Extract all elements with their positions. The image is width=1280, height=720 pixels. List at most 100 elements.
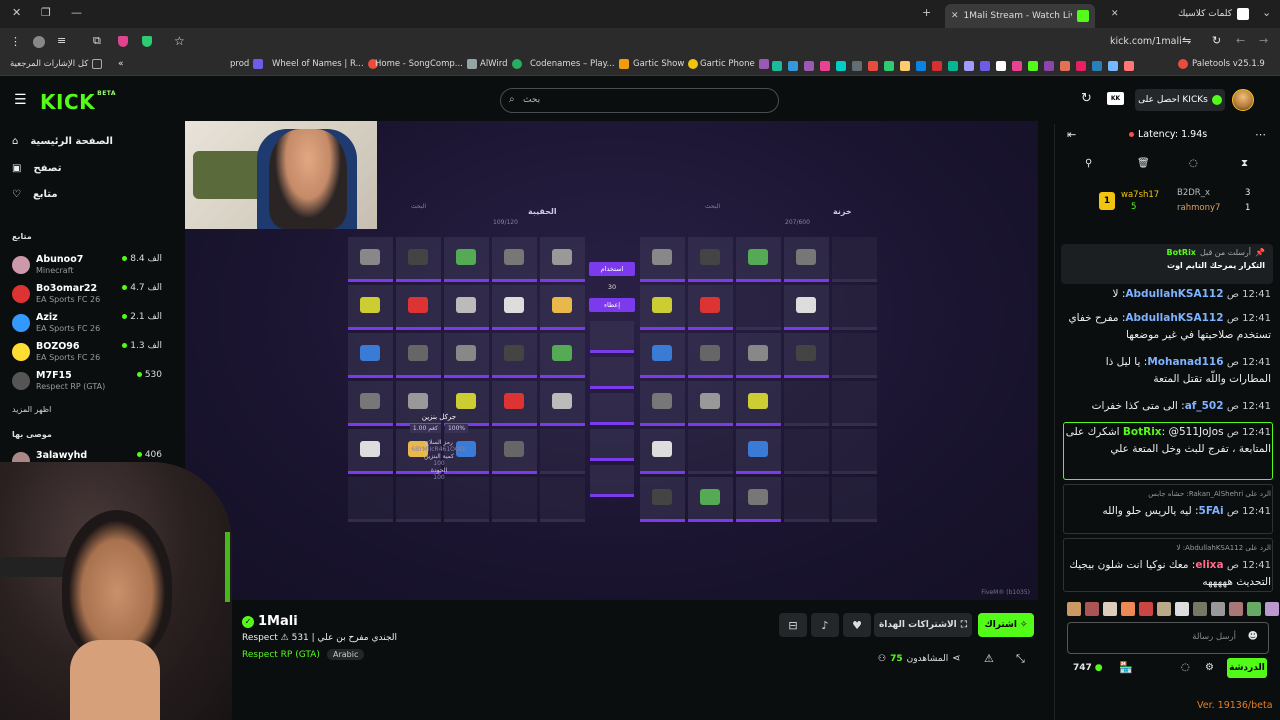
inventory-slot[interactable] xyxy=(640,285,685,330)
bookmark-icon[interactable] xyxy=(868,61,878,71)
inventory-slot[interactable] xyxy=(832,429,877,474)
subscribe-button[interactable]: اشتراك ✧ xyxy=(978,613,1034,637)
inventory-slot[interactable] xyxy=(688,381,733,426)
clip-button[interactable]: ⊟ xyxy=(779,613,807,637)
message-user[interactable]: Mohanad116 xyxy=(1147,356,1223,368)
bookmark-icon[interactable] xyxy=(996,61,1006,71)
bookmark-icon[interactable] xyxy=(1044,61,1054,71)
video-player[interactable]: الحقيبة 109/120 البحث خزنة 207/600 البحث… xyxy=(185,121,1038,600)
bookmark-icon[interactable] xyxy=(820,61,830,71)
inventory-slot[interactable] xyxy=(348,285,393,330)
channel-item[interactable]: Abunoo7 Minecraft 8.4 الف xyxy=(12,254,162,282)
settings-icon[interactable]: ⚙ xyxy=(1205,662,1214,673)
bookmark-alwird[interactable]: AlWird xyxy=(480,59,522,69)
quantity-input[interactable]: 30 xyxy=(589,280,635,294)
bookmark-icon[interactable] xyxy=(1076,61,1086,71)
hotbar-slot[interactable] xyxy=(590,465,634,497)
theater-mode-icon[interactable]: ⤡ xyxy=(1016,652,1025,666)
inventory-slot[interactable] xyxy=(784,285,829,330)
language-tag[interactable]: Arabic xyxy=(327,649,365,660)
emote-icon[interactable] xyxy=(1211,602,1225,616)
chat-message[interactable]: 12:41 ص af_502: الى متى كذا خفرات xyxy=(1065,398,1271,415)
inventory-slot[interactable] xyxy=(348,429,393,474)
inventory-slot[interactable] xyxy=(348,381,393,426)
hotbar-slot[interactable] xyxy=(590,321,634,353)
channel-item[interactable]: Bo3omar22 EA Sports FC 26 4.7 الف xyxy=(12,283,162,311)
inventory-slot[interactable] xyxy=(784,237,829,282)
bookmark-icon[interactable] xyxy=(1012,61,1022,71)
close-tab-icon[interactable]: ✕ xyxy=(951,11,959,21)
reload-icon[interactable]: ↻ xyxy=(1212,34,1221,47)
bookmark-icon[interactable] xyxy=(932,61,942,71)
restore-window-icon[interactable]: ❐ xyxy=(41,6,51,19)
inventory-slot[interactable] xyxy=(640,429,685,474)
follow-button[interactable]: ♥ xyxy=(843,613,871,637)
channel-item[interactable]: M7F15 Respect RP (GTA) 530 xyxy=(12,370,162,398)
avatar[interactable] xyxy=(1232,89,1254,111)
inventory-slot[interactable] xyxy=(540,333,585,378)
inventory-slot[interactable] xyxy=(444,333,489,378)
inventory-slot[interactable] xyxy=(492,381,537,426)
tab-kick-stream[interactable]: ✕ 1Mali Stream - Watch Live o xyxy=(945,4,1095,28)
trash-icon[interactable]: 🗑 xyxy=(1137,158,1150,169)
emotes-icon[interactable]: ◌ xyxy=(1181,662,1190,673)
get-kicks-button[interactable]: احصل على KICKs xyxy=(1135,89,1225,111)
inventory-slot[interactable] xyxy=(736,237,781,282)
inventory-slot[interactable] xyxy=(688,477,733,522)
inventory-slot[interactable] xyxy=(640,381,685,426)
inventory-slot[interactable] xyxy=(784,333,829,378)
inventory-slot[interactable] xyxy=(348,237,393,282)
inventory-slot[interactable] xyxy=(540,237,585,282)
new-tab-icon[interactable]: + xyxy=(922,6,931,19)
show-more-link[interactable]: اظهر المزيد xyxy=(12,405,51,414)
close-window-icon[interactable]: ✕ xyxy=(12,6,21,19)
chat-bubble-icon[interactable]: ◌ xyxy=(1189,158,1198,169)
chat-input[interactable]: أرسل رسالة ☻ xyxy=(1067,622,1269,654)
bookmark-icon[interactable] xyxy=(1124,61,1134,71)
inventory-slot[interactable] xyxy=(492,237,537,282)
hotbar-slot[interactable] xyxy=(590,429,634,461)
bookmark-icon[interactable] xyxy=(916,61,926,71)
hourglass-icon[interactable]: ⧗ xyxy=(1241,158,1248,169)
inventory-slot[interactable] xyxy=(540,381,585,426)
bookmark-icon[interactable] xyxy=(1108,61,1118,71)
chevron-double-icon[interactable]: « xyxy=(118,59,124,69)
bag-search[interactable]: البحث xyxy=(411,203,426,210)
leader-name[interactable]: wa7sh17 xyxy=(1121,190,1159,200)
bookmark-gartic-show[interactable]: Gartic Show xyxy=(633,59,699,69)
channel-item[interactable]: BOZO96 EA Sports FC 26 1.3 الف xyxy=(12,341,162,369)
inventory-slot[interactable] xyxy=(736,477,781,522)
use-button[interactable]: استخدام xyxy=(589,262,635,276)
hamburger-menu-icon[interactable]: ☰ xyxy=(14,92,27,108)
inventory-slot[interactable] xyxy=(444,237,489,282)
close-tab-icon[interactable]: ✕ xyxy=(1111,9,1119,19)
emote-icon[interactable] xyxy=(1175,602,1189,616)
inventory-slot[interactable] xyxy=(444,285,489,330)
report-icon[interactable]: ⚠ xyxy=(984,652,994,665)
back-icon[interactable]: → xyxy=(1259,34,1268,47)
bookmark-icon[interactable] xyxy=(836,61,846,71)
category-link[interactable]: Respect RP (GTA) xyxy=(242,650,320,660)
search-input[interactable]: ⌕ بحث xyxy=(500,88,779,113)
extensions-icon[interactable]: ⧉ xyxy=(93,34,101,48)
inventory-slot[interactable] xyxy=(640,477,685,522)
notify-button[interactable]: ♪ xyxy=(811,613,839,637)
tab-kalimat[interactable]: ✕ كلمات كلاسيك xyxy=(1105,4,1255,24)
inventory-slot[interactable] xyxy=(540,285,585,330)
gift-subs-button[interactable]: الاشتراكات الهداة ⛶ xyxy=(874,613,972,637)
chat-message[interactable]: 12:41 ص Mohanad116: يا ليل ذا المطارات و… xyxy=(1065,354,1271,388)
emote-icon[interactable] xyxy=(1265,602,1279,616)
collapse-chat-icon[interactable]: ⇤ xyxy=(1067,128,1076,141)
channel-name-row[interactable]: ✓ 1Mali xyxy=(242,614,298,629)
inventory-slot[interactable] xyxy=(832,333,877,378)
emote-icon[interactable] xyxy=(1247,602,1261,616)
inventory-slot[interactable] xyxy=(640,237,685,282)
store-icon[interactable]: 🏪 xyxy=(1119,661,1133,674)
sidebar-item-home[interactable]: ⌂ الصفحة الرئيسية xyxy=(12,136,113,147)
bookmark-icon[interactable] xyxy=(980,61,990,71)
inventory-slot[interactable] xyxy=(492,333,537,378)
star-icon[interactable]: ☆ xyxy=(174,34,185,48)
channel-item[interactable]: Aziz EA Sports FC 26 2.1 الف xyxy=(12,312,162,340)
emote-icon[interactable] xyxy=(1229,602,1243,616)
menu-dots-icon[interactable]: ⋮ xyxy=(10,35,21,48)
